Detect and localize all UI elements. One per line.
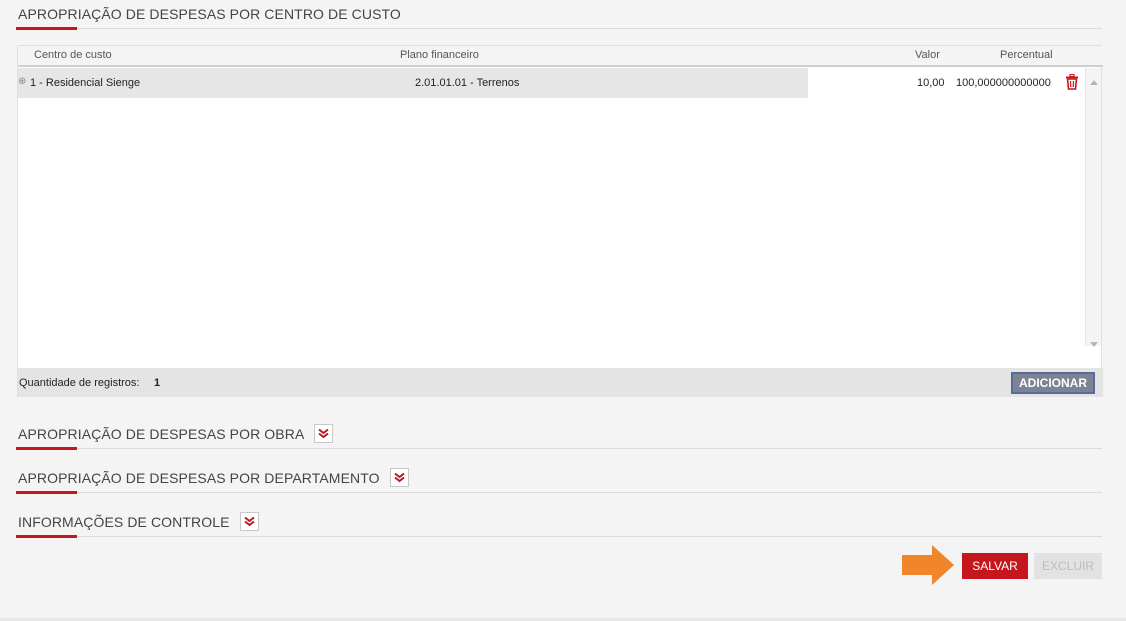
cell-centro-custo[interactable]: 1 - Residencial Sienge xyxy=(30,77,140,89)
cell-valor[interactable]: 10,00 xyxy=(917,77,945,89)
section-accent xyxy=(16,27,77,30)
record-count-value: 1 xyxy=(154,377,161,389)
section-title-obra-label: APROPRIAÇÃO DE DESPESAS POR OBRA xyxy=(18,425,305,442)
section-divider xyxy=(16,536,1102,537)
column-header-plano-financeiro[interactable]: Plano financeiro xyxy=(400,49,479,61)
grid-footer: Quantidade de registros: 1 ADICIONAR xyxy=(18,368,1103,397)
section-divider xyxy=(16,28,1102,29)
chevron-down-icon[interactable] xyxy=(239,512,259,531)
scroll-up-icon[interactable] xyxy=(1090,72,1098,90)
section-title-centro-custo: APROPRIAÇÃO DE DESPESAS POR CENTRO DE CU… xyxy=(18,6,401,22)
add-button[interactable]: ADICIONAR xyxy=(1011,372,1095,394)
section-title-controle[interactable]: INFORMAÇÕES DE CONTROLE xyxy=(18,512,259,531)
cell-plano-financeiro[interactable]: 2.01.01.01 - Terrenos xyxy=(415,77,519,89)
table-row[interactable]: ⊕ 1 - Residencial Sienge 2.01.01.01 - Te… xyxy=(18,68,1086,98)
cost-center-grid: Centro de custo Plano financeiro Valor P… xyxy=(17,45,1103,397)
trash-icon[interactable] xyxy=(1065,73,1079,93)
save-button[interactable]: SALVAR xyxy=(962,553,1028,579)
section-divider xyxy=(16,492,1102,493)
section-accent xyxy=(16,447,77,450)
section-title-departamento-label: APROPRIAÇÃO DE DESPESAS POR DEPARTAMENTO xyxy=(18,469,380,486)
column-header-valor[interactable]: Valor xyxy=(915,49,940,61)
section-accent xyxy=(16,535,77,538)
record-count-label: Quantidade de registros: xyxy=(19,377,140,389)
section-divider xyxy=(16,448,1102,449)
section-title-departamento[interactable]: APROPRIAÇÃO DE DESPESAS POR DEPARTAMENTO xyxy=(18,468,409,487)
chevron-down-icon[interactable] xyxy=(314,424,334,443)
column-header-centro-custo[interactable]: Centro de custo xyxy=(34,49,112,61)
column-header-percentual[interactable]: Percentual xyxy=(1000,49,1053,61)
scroll-down-icon[interactable] xyxy=(1090,334,1098,352)
section-title-centro-custo-label: APROPRIAÇÃO DE DESPESAS POR CENTRO DE CU… xyxy=(18,6,401,22)
expand-row-icon[interactable]: ⊕ xyxy=(18,76,26,87)
section-title-obra[interactable]: APROPRIAÇÃO DE DESPESAS POR OBRA xyxy=(18,424,334,443)
section-accent xyxy=(16,491,77,494)
grid-scrollbar[interactable] xyxy=(1085,68,1101,347)
delete-button: EXCLUIR xyxy=(1034,553,1102,579)
arrow-right-icon xyxy=(902,545,958,590)
section-title-controle-label: INFORMAÇÕES DE CONTROLE xyxy=(18,513,230,530)
grid-header: Centro de custo Plano financeiro Valor P… xyxy=(18,46,1103,67)
cell-percentual[interactable]: 100,000000000000 xyxy=(956,77,1051,89)
chevron-down-icon[interactable] xyxy=(389,468,409,487)
